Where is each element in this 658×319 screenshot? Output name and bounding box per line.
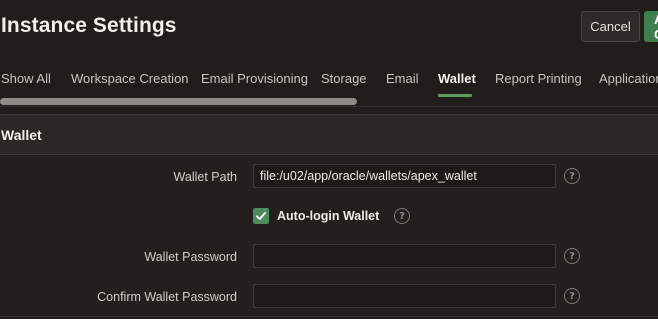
tab-email[interactable]: Email xyxy=(386,71,419,86)
tab-wallet[interactable]: Wallet xyxy=(438,71,476,86)
tab-workspace-creation[interactable]: Workspace Creation xyxy=(71,71,189,86)
instance-settings-page: Instance Settings Cancel Apply Changes S… xyxy=(0,0,658,319)
tab-report-printing[interactable]: Report Printing xyxy=(495,71,582,86)
wallet-password-input[interactable] xyxy=(253,244,556,268)
tab-application[interactable]: Application xyxy=(599,71,658,86)
help-icon[interactable]: ? xyxy=(564,248,580,264)
tabs-divider xyxy=(0,106,658,107)
apply-changes-button[interactable]: Apply Changes xyxy=(644,11,658,42)
help-icon[interactable]: ? xyxy=(394,208,410,224)
page-title: Instance Settings xyxy=(1,14,177,37)
wallet-path-input[interactable] xyxy=(253,164,556,188)
settings-tabs: Show All Workspace Creation Email Provis… xyxy=(0,62,658,98)
wallet-path-label: Wallet Path xyxy=(173,170,237,184)
confirm-wallet-password-label: Confirm Wallet Password xyxy=(97,290,237,304)
wallet-password-label: Wallet Password xyxy=(144,250,237,264)
tabs-scrollbar[interactable] xyxy=(0,98,357,105)
auto-login-label[interactable]: Auto-login Wallet xyxy=(277,209,379,223)
wallet-region-header: Wallet xyxy=(0,114,658,155)
tab-show-all[interactable]: Show All xyxy=(1,71,51,86)
tab-email-provisioning[interactable]: Email Provisioning xyxy=(201,71,308,86)
active-tab-indicator xyxy=(438,94,472,97)
help-icon[interactable]: ? xyxy=(564,168,580,184)
help-icon[interactable]: ? xyxy=(564,288,580,304)
region-bottom-divider xyxy=(0,316,658,317)
auto-login-checkbox[interactable] xyxy=(253,208,269,224)
confirm-wallet-password-input[interactable] xyxy=(253,284,556,308)
check-icon xyxy=(256,212,266,220)
tab-storage[interactable]: Storage xyxy=(321,71,367,86)
cancel-button[interactable]: Cancel xyxy=(581,11,640,42)
region-title: Wallet xyxy=(1,127,42,143)
